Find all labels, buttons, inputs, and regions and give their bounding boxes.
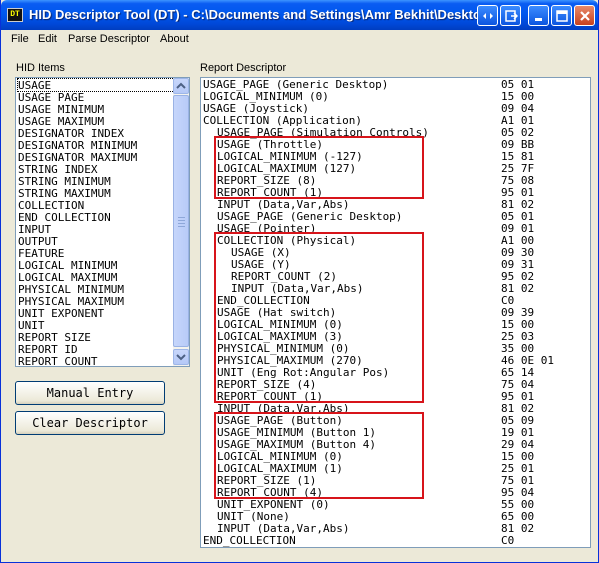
hid-item[interactable]: LOGICAL_MINIMUM xyxy=(18,259,174,271)
hid-items-scrollbar[interactable] xyxy=(173,78,189,366)
menu-edit[interactable]: Edit xyxy=(38,33,57,45)
report-descriptor-pane[interactable]: USAGE_PAGE (Generic Desktop) 05 01 LOGICAL… xyxy=(200,77,591,548)
report-line: UNIT (None) 65 00 xyxy=(203,510,589,523)
menu-parse-descriptor[interactable]: Parse Descriptor xyxy=(68,33,150,45)
hid-item[interactable]: END_COLLECTION xyxy=(18,211,174,223)
report-line: INPUT (Data,Var,Abs) 81 02 xyxy=(203,522,589,535)
arrow-up-icon xyxy=(176,82,186,89)
hid-item[interactable]: STRING_MINIMUM xyxy=(18,175,174,187)
report-line: USAGE_PAGE (Generic Desktop) 05 01 xyxy=(203,78,589,91)
report-line: INPUT (Data,Var,Abs) 81 02 xyxy=(203,198,589,211)
highlight-box xyxy=(214,412,424,499)
report-bytes: C0 xyxy=(501,534,515,547)
minimize-icon[interactable] xyxy=(528,5,549,26)
app-icon[interactable]: DT xyxy=(7,8,23,22)
hid-item[interactable]: DESIGNATOR_MINIMUM xyxy=(18,139,174,151)
hid-item[interactable]: REPORT_SIZE xyxy=(18,331,174,343)
menu-bar: File Edit Parse Descriptor About xyxy=(1,30,598,50)
maximize-icon[interactable] xyxy=(551,5,572,26)
hid-item[interactable]: DESIGNATOR_INDEX xyxy=(18,127,174,139)
hid-item[interactable]: PHYSICAL_MINIMUM xyxy=(18,283,174,295)
thumb-grip xyxy=(178,223,185,224)
thumb-grip xyxy=(178,220,185,221)
menu-file[interactable]: File xyxy=(11,33,29,45)
close-icon[interactable] xyxy=(574,5,595,26)
scroll-up-button[interactable] xyxy=(173,78,189,94)
manual-entry-button[interactable]: Manual Entry xyxy=(15,381,165,405)
hid-item[interactable]: USAGE_MINIMUM xyxy=(18,103,174,115)
hid-item[interactable]: USAGE xyxy=(17,78,175,92)
hid-item[interactable]: DESIGNATOR_MAXIMUM xyxy=(18,151,174,163)
arrow-down-icon xyxy=(176,354,186,361)
scroll-down-button[interactable] xyxy=(173,349,189,365)
scroll-thumb[interactable] xyxy=(173,95,189,347)
report-line: UNIT_EXPONENT (0) 55 00 xyxy=(203,498,589,511)
hid-item[interactable]: COLLECTION xyxy=(18,199,174,211)
hid-item[interactable]: OUTPUT xyxy=(18,235,174,247)
hid-item[interactable]: REPORT_ID xyxy=(18,343,174,355)
report-line: COLLECTION (Application) A1 01 xyxy=(203,114,589,127)
hid-item[interactable]: LOGICAL_MAXIMUM xyxy=(18,271,174,283)
clear-descriptor-button[interactable]: Clear Descriptor xyxy=(15,411,165,435)
app-window: DT HID Descriptor Tool (DT) - C:\Documen… xyxy=(0,0,599,563)
hid-item[interactable]: PHYSICAL_MAXIMUM xyxy=(18,295,174,307)
hid-items-label: HID Items xyxy=(16,62,65,74)
highlight-box xyxy=(214,136,424,199)
highlight-box xyxy=(214,232,424,403)
report-item: END_COLLECTION xyxy=(203,534,296,547)
extra-icon[interactable] xyxy=(500,5,521,26)
restore-icon[interactable] xyxy=(477,5,498,26)
report-line: END_COLLECTION C0 xyxy=(203,534,589,547)
hid-items-list[interactable]: USAGE USAGE_PAGE USAGE_MINIMUM USAGE_MAXIMU… xyxy=(15,77,190,367)
thumb-grip xyxy=(178,217,185,218)
report-line: LOGICAL_MINIMUM (0) 15 00 xyxy=(203,90,589,103)
hid-item[interactable]: UNIT_EXPONENT xyxy=(18,307,174,319)
hid-item[interactable]: REPORT_COUNT xyxy=(18,355,174,367)
hid-item[interactable]: USAGE_MAXIMUM xyxy=(18,115,174,127)
report-descriptor-label: Report Descriptor xyxy=(200,62,287,74)
hid-item[interactable]: STRING_MAXIMUM xyxy=(18,187,174,199)
hid-item[interactable]: INPUT xyxy=(18,223,174,235)
report-line: USAGE (Joystick) 09 04 xyxy=(203,102,589,115)
menu-about[interactable]: About xyxy=(160,33,189,45)
hid-items-container: USAGE USAGE_PAGE USAGE_MINIMUM USAGE_MAXIMU… xyxy=(17,78,175,367)
title-bar[interactable]: DT HID Descriptor Tool (DT) - C:\Documen… xyxy=(1,0,598,30)
report-line: USAGE_PAGE (Generic Desktop) 05 01 xyxy=(203,210,589,223)
hid-item[interactable]: STRING_INDEX xyxy=(18,163,174,175)
thumb-grip xyxy=(178,226,185,227)
window-title: HID Descriptor Tool (DT) - C:\Documents … xyxy=(29,7,477,22)
hid-item[interactable]: UNIT xyxy=(18,319,174,331)
hid-item[interactable]: FEATURE xyxy=(18,247,174,259)
hid-item[interactable]: USAGE_PAGE xyxy=(18,91,174,103)
